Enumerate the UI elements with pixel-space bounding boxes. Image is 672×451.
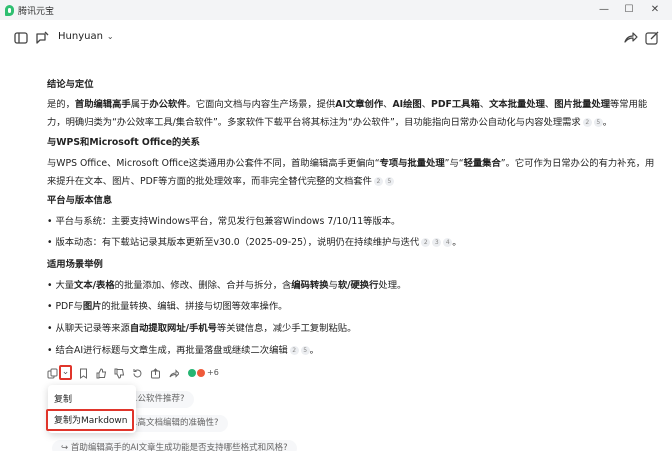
- citation-badge[interactable]: 5: [300, 346, 310, 355]
- section-heading: 与WPS和Microsoft Office的关系: [47, 137, 200, 148]
- window-titlebar: 腾讯元宝 — ☐ ✕: [0, 0, 672, 20]
- more-copy-options-button[interactable]: ⌄: [59, 365, 72, 380]
- section-heading: 平台与版本信息: [47, 195, 113, 206]
- citation-badge[interactable]: 2: [289, 346, 299, 355]
- chevron-down-icon: ⌄: [106, 32, 114, 41]
- list-item: • 从聊天记录等来源自动提取网址/手机号等关键信息，减少手工复制粘贴。: [47, 323, 357, 334]
- minimize-button[interactable]: —: [592, 2, 616, 18]
- bookmark-icon[interactable]: [78, 368, 89, 379]
- compose-icon[interactable]: [644, 30, 660, 46]
- badge-count: +6: [207, 368, 219, 377]
- citation-badge[interactable]: 2: [421, 238, 431, 247]
- list-item: • 版本动态：有下载站记录其版本更新至v30.0（2025-09-25），说明仍…: [47, 237, 462, 248]
- share-reply-icon[interactable]: [168, 368, 179, 379]
- yuanbao-logo-icon: [5, 5, 14, 16]
- list-item: • 大量文本/表格的批量添加、修改、删除、合并与拆分，含编码转换与软/硬换行处理…: [47, 280, 407, 291]
- paragraph-line: 力，明确归类为“办公效率工具/集合软件”。多家软件下载平台将其标注为“办公软件”…: [47, 117, 613, 128]
- citation-badge[interactable]: 2: [582, 118, 592, 127]
- list-item: • 结合AI进行标题与文章生成，再批量落盘或继续二次编辑 2 5。: [47, 345, 319, 356]
- model-name: Hunyuan: [58, 31, 103, 42]
- thumbs-down-icon[interactable]: [114, 368, 125, 379]
- badge-dot-red-icon: [197, 369, 205, 377]
- copy-icon[interactable]: [47, 368, 58, 379]
- citation-badge[interactable]: 2: [373, 177, 383, 186]
- highlight-box: [46, 409, 134, 431]
- regenerate-icon[interactable]: [132, 368, 143, 379]
- suggestion-chip[interactable]: ↪ 首助编辑高手的AI文章生成功能是否支持哪些格式和风格?: [52, 440, 297, 451]
- window-title: 腾讯元宝: [18, 7, 55, 17]
- list-item: • 平台与系统：主要支持Windows平台，常见发行包兼容Windows 7/1…: [47, 216, 401, 227]
- citation-badge[interactable]: 5: [593, 118, 603, 127]
- paragraph-line: 是的，首助编辑高手属于办公软件。它面向文档与内容生产场景，提供AI文章创作、AI…: [47, 99, 648, 110]
- maximize-button[interactable]: ☐: [617, 2, 641, 18]
- section-heading: 适用场景举例: [47, 259, 103, 270]
- citation-badge[interactable]: 3: [432, 238, 442, 247]
- citation-badge[interactable]: 4: [443, 238, 453, 247]
- citation-badge[interactable]: 5: [384, 177, 394, 186]
- close-button[interactable]: ✕: [643, 2, 667, 18]
- sidebar-icon[interactable]: [13, 30, 29, 46]
- suggestion-chip[interactable]: …高文档编辑的准确性?: [120, 415, 228, 432]
- share-icon[interactable]: [622, 30, 638, 46]
- paragraph-line: 来提升在文本、图片、PDF等方面的批处理效率，而非完全替代完整的文档套件 2 5: [47, 173, 394, 187]
- thumbs-up-icon[interactable]: [96, 368, 107, 379]
- export-icon[interactable]: [150, 368, 161, 379]
- new-chat-icon[interactable]: [34, 30, 50, 46]
- menu-item-copy[interactable]: 复制: [54, 392, 72, 405]
- badge-dot-green-icon: [188, 369, 196, 377]
- paragraph-line: 与WPS Office、Microsoft Office这类通用办公套件不同，首…: [47, 158, 655, 169]
- model-selector[interactable]: Hunyuan ⌄: [58, 31, 114, 42]
- list-item: • PDF与图片的批量转换、编辑、拼接与切图等效率操作。: [47, 301, 288, 312]
- model-badges: [188, 369, 205, 377]
- section-heading: 结论与定位: [47, 79, 94, 90]
